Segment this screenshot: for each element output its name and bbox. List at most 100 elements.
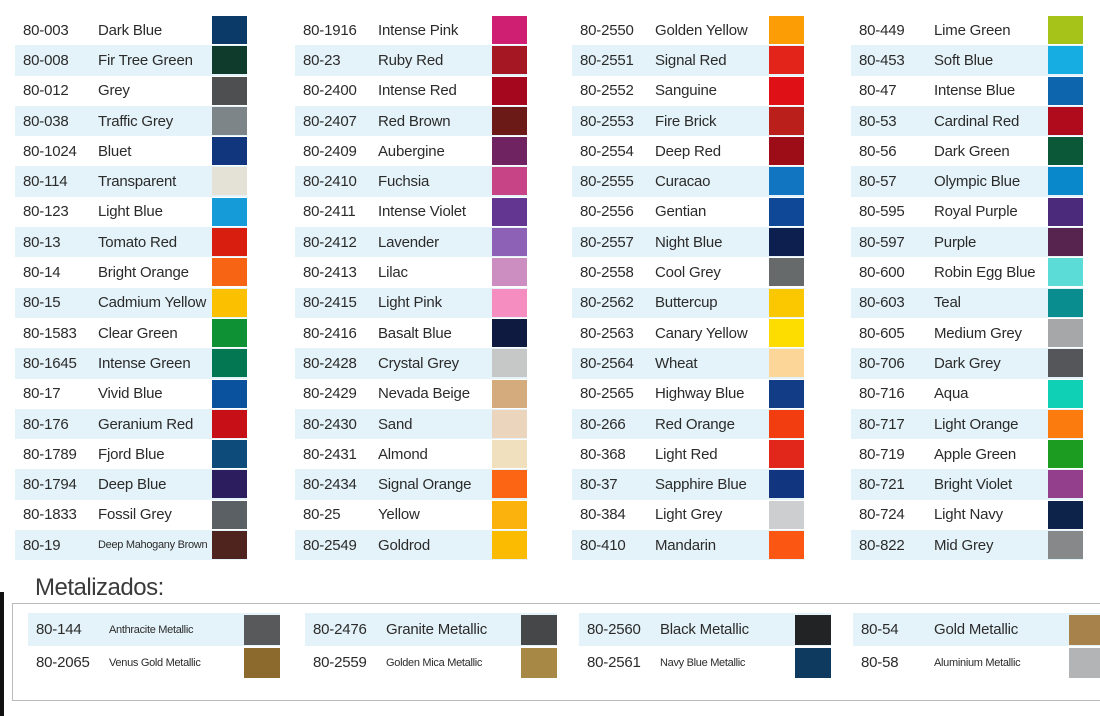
color-row: 80-2428 Crystal Grey (295, 348, 527, 379)
color-swatch (1048, 318, 1083, 347)
color-swatch (1048, 500, 1083, 529)
color-row: 80-719 Apple Green (851, 439, 1083, 469)
metalizados-column-1: 80-144 Anthracite Metallic 80-2065 Venus Go… (28, 613, 280, 679)
color-code: 80-2563 (580, 324, 634, 342)
color-row: 80-57 Olympic Blue (851, 166, 1083, 197)
color-name: Soft Blue (934, 51, 994, 69)
color-code: 80-2559 (313, 654, 367, 671)
color-code: 80-2429 (303, 385, 357, 403)
color-swatch (212, 470, 247, 499)
color-row: 80-597 Purple (851, 227, 1083, 258)
color-code: 80-453 (859, 51, 905, 69)
color-swatch (212, 531, 247, 560)
color-name: Deep Blue (98, 476, 167, 494)
color-row: 80-2552 Sanguine (572, 76, 804, 106)
color-code: 80-2416 (303, 324, 357, 342)
color-row: 80-2565 Highway Blue (572, 379, 804, 409)
color-code: 80-2552 (580, 82, 634, 100)
color-swatch (492, 228, 527, 257)
color-row: 80-2563 Canary Yellow (572, 318, 804, 348)
color-row: 80-58 Aluminium Metallic (853, 646, 1100, 679)
color-name: Light Blue (98, 203, 163, 221)
color-name: Cardinal Red (934, 112, 1020, 130)
color-code: 80-25 (303, 506, 341, 524)
color-code: 80-2549 (303, 536, 357, 554)
color-name: Deep Red (655, 142, 721, 160)
color-row: 80-008 Fir Tree Green (15, 45, 247, 76)
color-code: 80-15 (23, 294, 61, 312)
color-swatch (769, 137, 804, 166)
color-code: 80-2400 (303, 82, 357, 100)
color-swatch (492, 318, 527, 347)
color-row: 80-14 Bright Orange (15, 257, 247, 287)
color-row: 80-038 Traffic Grey (15, 105, 247, 137)
color-swatch (769, 440, 804, 469)
color-name: Nevada Beige (378, 385, 470, 403)
color-swatch (1048, 349, 1083, 378)
color-name: Intense Blue (934, 82, 1015, 100)
color-swatch (1048, 379, 1083, 408)
color-column-4: 80-449 Lime Green 80-453 Soft Blue 80-47 Inte… (851, 15, 1083, 561)
color-name: Grey (98, 82, 130, 100)
color-swatch (492, 46, 527, 75)
color-name: Bluet (98, 142, 132, 160)
color-row: 80-1583 Clear Green (15, 318, 247, 348)
color-code: 80-2407 (303, 112, 357, 130)
color-code: 80-53 (859, 112, 897, 130)
color-swatch (212, 409, 247, 438)
color-code: 80-008 (23, 51, 69, 69)
color-code: 80-605 (859, 324, 905, 342)
color-code: 80-2550 (580, 21, 634, 39)
color-swatch (212, 197, 247, 226)
color-code: 80-717 (859, 415, 905, 433)
color-name: Night Blue (655, 233, 723, 251)
color-swatch (492, 258, 527, 287)
color-swatch (769, 16, 804, 44)
color-name: Vivid Blue (98, 385, 163, 403)
color-row: 80-721 Bright Violet (851, 469, 1083, 500)
color-row: 80-717 Light Orange (851, 408, 1083, 440)
color-code: 80-2431 (303, 445, 357, 463)
color-code: 80-56 (859, 142, 897, 160)
color-swatch (769, 531, 804, 560)
color-code: 80-716 (859, 385, 905, 403)
color-code: 80-2558 (580, 264, 634, 282)
color-row: 80-716 Aqua (851, 379, 1083, 409)
metalizados-column-2: 80-2476 Granite Metallic 80-2559 Golden Mic… (305, 613, 557, 679)
color-row: 80-2550 Golden Yellow (572, 15, 804, 45)
color-name: Bright Violet (934, 476, 1013, 494)
color-name: Anthracite Metallic (109, 623, 194, 636)
color-swatch (492, 349, 527, 378)
color-name: Dark Green (934, 142, 1010, 160)
color-name: Geranium Red (98, 415, 194, 433)
color-row: 80-2554 Deep Red (572, 136, 804, 166)
color-code: 80-2560 (587, 621, 641, 638)
color-name: Buttercup (655, 294, 718, 312)
color-row: 80-2410 Fuchsia (295, 166, 527, 197)
color-row: 80-2556 Gentian (572, 197, 804, 227)
color-row: 80-17 Vivid Blue (15, 379, 247, 409)
color-name: Cool Grey (655, 264, 721, 282)
color-row: 80-2429 Nevada Beige (295, 379, 527, 409)
color-swatch (244, 615, 280, 645)
color-row: 80-37 Sapphire Blue (572, 469, 804, 500)
color-name: Mid Grey (934, 536, 994, 554)
color-name: Lavender (378, 233, 439, 251)
color-swatch (769, 288, 804, 317)
color-name: Signal Red (655, 51, 727, 69)
color-row: 80-2553 Fire Brick (572, 105, 804, 137)
color-code: 80-58 (861, 654, 899, 671)
color-name: Highway Blue (655, 385, 745, 403)
color-row: 80-384 Light Grey (572, 500, 804, 530)
color-code: 80-2415 (303, 294, 357, 312)
color-row: 80-2555 Curacao (572, 166, 804, 197)
color-name: Apple Green (934, 445, 1017, 463)
color-name: Light Orange (934, 415, 1019, 433)
color-name: Medium Grey (934, 324, 1022, 342)
color-swatch (1048, 258, 1083, 287)
color-name: Dark Blue (98, 21, 163, 39)
color-chart: 80-003 Dark Blue 80-008 Fir Tree Green 80-01… (15, 15, 1100, 565)
color-name: Purple (934, 233, 977, 251)
color-name: Fuchsia (378, 173, 430, 191)
color-code: 80-038 (23, 112, 69, 130)
